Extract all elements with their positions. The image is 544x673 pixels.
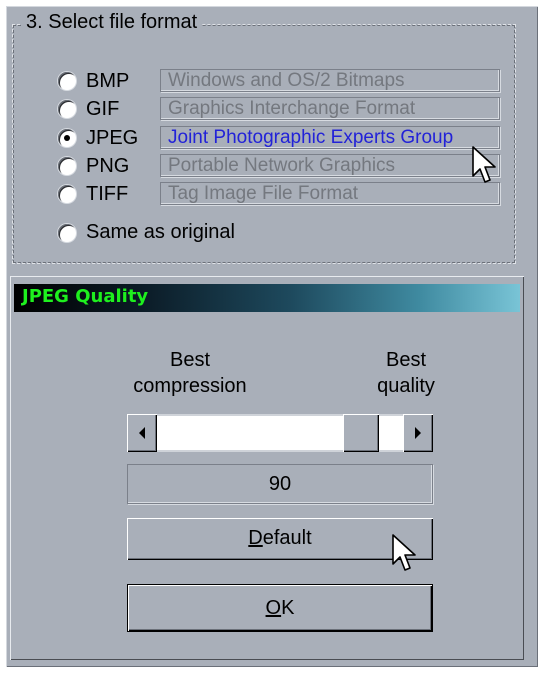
- scroll-left-arrow-icon: [139, 427, 145, 439]
- scroll-right-button[interactable]: [403, 414, 433, 452]
- format-description: Windows and OS/2 Bitmaps: [160, 69, 500, 92]
- slider-track-left[interactable]: [157, 416, 343, 450]
- format-description: Tag Image File Format: [160, 182, 500, 205]
- best-quality-label: Best quality: [366, 347, 446, 399]
- radio-button[interactable]: [58, 129, 76, 147]
- mouse-pointer-icon: [472, 146, 496, 183]
- radio-button[interactable]: [58, 72, 76, 90]
- default-label-rest: efault: [262, 527, 312, 549]
- radio-button[interactable]: [58, 100, 76, 118]
- quality-value-field[interactable]: 90: [127, 464, 433, 504]
- slider-track-right[interactable]: [379, 416, 403, 450]
- scroll-left-button[interactable]: [127, 414, 157, 452]
- format-code: GIF: [86, 97, 120, 120]
- slider-thumb[interactable]: [343, 414, 379, 452]
- quality-slider[interactable]: [127, 414, 433, 452]
- file-format-group-title: 3. Select file format: [22, 11, 202, 34]
- default-button[interactable]: Default: [127, 518, 433, 560]
- best-quality-line1: Best: [385, 349, 427, 371]
- default-mnemonic: D: [248, 527, 263, 549]
- radio-button[interactable]: [58, 223, 76, 242]
- format-description: Portable Network Graphics: [160, 154, 500, 177]
- same-as-original-option[interactable]: Same as original: [58, 221, 235, 244]
- format-description: Joint Photographic Experts Group: [160, 126, 500, 149]
- same-as-original-label: Same as original: [86, 221, 235, 243]
- jpeg-quality-title: JPEG Quality: [22, 286, 149, 307]
- ok-label-rest: K: [281, 597, 295, 619]
- format-code: PNG: [86, 154, 130, 177]
- best-compression-line1: Best: [169, 349, 211, 371]
- radio-button[interactable]: [58, 185, 76, 203]
- scroll-right-arrow-icon: [415, 427, 421, 439]
- format-description: Graphics Interchange Format: [160, 97, 500, 120]
- format-code: TIFF: [86, 182, 129, 205]
- radio-button[interactable]: [58, 157, 76, 175]
- format-option-bmp[interactable]: BMP Windows and OS/2 Bitmaps: [58, 68, 500, 94]
- ok-button[interactable]: OK: [127, 584, 433, 632]
- ok-mnemonic: O: [265, 597, 282, 619]
- best-quality-line2: quality: [377, 375, 435, 397]
- format-option-png[interactable]: PNG Portable Network Graphics: [58, 153, 500, 179]
- jpeg-quality-titlebar: JPEG Quality: [14, 284, 520, 312]
- mouse-pointer-icon: [392, 534, 416, 571]
- best-compression-label: Best compression: [130, 347, 250, 399]
- format-code: BMP: [86, 69, 130, 92]
- format-option-jpeg[interactable]: JPEG Joint Photographic Experts Group: [58, 125, 500, 151]
- format-option-gif[interactable]: GIF Graphics Interchange Format: [58, 96, 500, 122]
- format-option-tiff[interactable]: TIFF Tag Image File Format: [58, 181, 500, 207]
- best-compression-line2: compression: [133, 375, 247, 397]
- format-code: JPEG: [86, 126, 139, 149]
